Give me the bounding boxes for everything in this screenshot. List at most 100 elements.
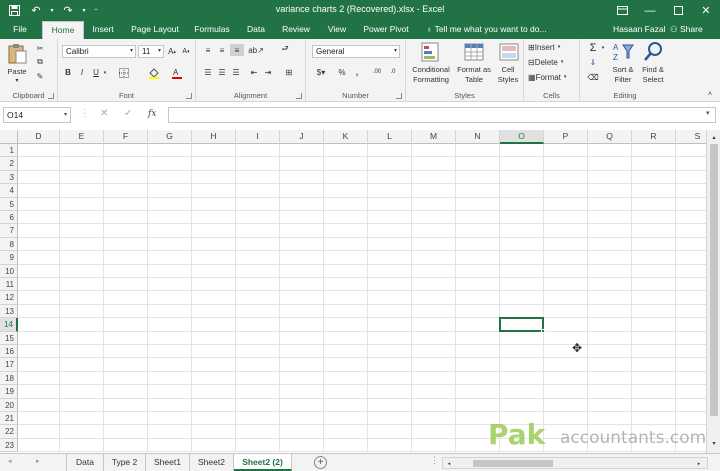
column-header[interactable]: P	[544, 130, 588, 144]
decrease-font-icon[interactable]: A ▾	[180, 45, 192, 58]
conditional-formatting-label-1[interactable]: Conditional	[408, 65, 454, 74]
autosum-icon[interactable]: Σ	[586, 41, 600, 54]
row-header[interactable]: 17	[0, 358, 18, 372]
row-header[interactable]: 15	[0, 331, 18, 345]
percent-icon[interactable]: %	[336, 66, 348, 78]
underline-dropdown-icon[interactable]: ▾	[102, 66, 108, 79]
row-header[interactable]: 3	[0, 170, 18, 185]
tell-me-box[interactable]: ♁ Tell me what you want to do...	[426, 24, 547, 34]
borders-icon[interactable]	[116, 66, 132, 79]
column-header[interactable]: N	[456, 130, 500, 144]
scroll-right-icon[interactable]: ▸	[695, 459, 703, 468]
tab-split-handle-icon[interactable]: ⋮	[430, 455, 439, 466]
row-header[interactable]: 10	[0, 264, 18, 278]
increase-decimal-icon[interactable]: .00	[370, 66, 384, 78]
fill-handle[interactable]	[541, 328, 545, 333]
find-select-label-2[interactable]: Select	[638, 75, 668, 84]
tab-power-pivot[interactable]: Power Pivot	[360, 21, 412, 39]
formula-input[interactable]	[168, 107, 716, 123]
scroll-down-icon[interactable]: ▾	[709, 438, 719, 448]
currency-icon[interactable]: $▾	[314, 66, 328, 78]
cell-styles-label-1[interactable]: Cell	[494, 65, 522, 74]
font-name-select[interactable]: Calibri ▾	[62, 45, 136, 58]
underline-icon[interactable]: U	[90, 66, 102, 79]
row-header[interactable]: 21	[0, 412, 18, 426]
conditional-formatting-icon[interactable]	[420, 41, 442, 63]
row-header[interactable]: 9	[0, 251, 18, 265]
font-launcher-icon[interactable]	[186, 93, 192, 99]
column-header[interactable]: H	[192, 130, 236, 144]
cut-icon[interactable]: ✂	[34, 42, 46, 54]
increase-indent-icon[interactable]: ⇥	[262, 66, 274, 78]
row-header[interactable]: 12	[0, 291, 18, 305]
user-name[interactable]: Hasaan Fazal	[613, 24, 665, 34]
decrease-indent-icon[interactable]: ⇤	[248, 66, 260, 78]
row-header[interactable]: 7	[0, 224, 18, 238]
number-format-select[interactable]: General ▾	[312, 45, 400, 58]
increase-font-icon[interactable]: A ▴	[166, 45, 178, 58]
row-header[interactable]: 13	[0, 304, 18, 319]
row-header[interactable]: 16	[0, 345, 18, 359]
top-align-icon[interactable]: ≡	[202, 44, 214, 56]
horizontal-scrollbar[interactable]: ◂ ▸	[442, 457, 708, 469]
sheet-tab[interactable]: Sheet2	[190, 454, 234, 471]
column-header[interactable]: J	[280, 130, 324, 144]
find-select-icon[interactable]	[642, 41, 664, 63]
add-sheet-icon[interactable]: +	[314, 456, 327, 469]
select-all-corner[interactable]	[0, 130, 18, 144]
formula-bar-options-icon[interactable]: ⋮	[80, 108, 90, 119]
active-cell[interactable]	[499, 317, 544, 332]
scroll-up-icon[interactable]: ▴	[709, 132, 719, 142]
sheet-tab[interactable]: Type 2	[104, 454, 146, 471]
align-left-icon[interactable]: ☰	[202, 66, 214, 78]
sheet-tab[interactable]: Data	[66, 454, 104, 471]
conditional-formatting-label-2[interactable]: Formatting	[408, 75, 454, 84]
vertical-scrollbar[interactable]: ▴ ▾	[706, 130, 720, 453]
expand-formula-bar-icon[interactable]: ▾	[706, 109, 710, 117]
clipboard-launcher-icon[interactable]	[48, 93, 54, 99]
column-header[interactable]: G	[148, 130, 192, 144]
column-header[interactable]: I	[236, 130, 280, 144]
format-cells-button[interactable]: ▦ Format ▾	[528, 71, 578, 83]
tab-view[interactable]: View	[322, 21, 352, 39]
decrease-decimal-icon[interactable]: .0	[386, 66, 400, 78]
column-header[interactable]: S	[676, 130, 706, 144]
row-header[interactable]: 23	[0, 438, 18, 452]
row-header[interactable]: 1	[0, 144, 18, 158]
close-icon[interactable]: ✕	[692, 0, 720, 21]
row-header[interactable]: 8	[0, 237, 18, 252]
tab-data[interactable]: Data	[242, 21, 270, 39]
cell-styles-label-2[interactable]: Styles	[494, 75, 522, 84]
fill-icon[interactable]: ⇓	[586, 56, 600, 68]
alignment-launcher-icon[interactable]	[296, 93, 302, 99]
next-sheet-icon[interactable]: ▸	[36, 457, 40, 465]
column-header[interactable]: D	[18, 130, 60, 144]
horizontal-scroll-thumb[interactable]	[473, 460, 553, 467]
sort-filter-icon[interactable]: AZ	[612, 41, 634, 63]
row-header[interactable]: 18	[0, 371, 18, 386]
row-header[interactable]: 19	[0, 385, 18, 399]
number-launcher-icon[interactable]	[396, 93, 402, 99]
vertical-scroll-thumb[interactable]	[710, 144, 718, 416]
format-as-table-icon[interactable]	[463, 41, 485, 63]
row-header[interactable]: 20	[0, 398, 18, 412]
column-header[interactable]: K	[324, 130, 368, 144]
maximize-icon[interactable]	[664, 0, 692, 21]
format-as-table-label-1[interactable]: Format as	[454, 65, 494, 74]
tab-file[interactable]: File	[6, 21, 34, 39]
column-header[interactable]: E	[60, 130, 104, 144]
row-header[interactable]: 2	[0, 157, 18, 171]
column-header[interactable]: R	[632, 130, 676, 144]
comma-style-icon[interactable]: ,	[352, 66, 362, 78]
column-header[interactable]: O	[500, 130, 544, 144]
ribbon-display-options-icon[interactable]	[608, 0, 636, 21]
worksheet-grid[interactable]: D E F G H I J K L M N O P Q R S 1 2 3 4 5 6 7 8 9 10 11 12 13 14 15 16 1…	[0, 130, 706, 452]
sort-filter-label-2[interactable]: Filter	[608, 75, 638, 84]
cell-styles-icon[interactable]	[498, 41, 520, 63]
wrap-text-icon[interactable]: ⮐	[278, 44, 292, 56]
share-button[interactable]: ⚇ Share	[670, 24, 703, 35]
find-select-label-1[interactable]: Find &	[638, 65, 668, 74]
row-header[interactable]: 22	[0, 425, 18, 439]
copy-icon[interactable]: ⧉	[34, 56, 46, 68]
column-header[interactable]: F	[104, 130, 148, 144]
